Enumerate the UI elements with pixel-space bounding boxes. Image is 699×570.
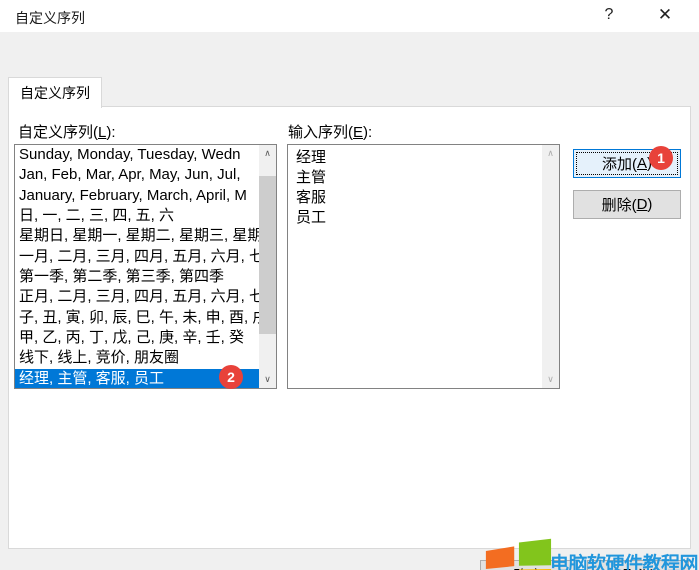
delete-button-accel: D (637, 196, 648, 213)
input-series-label-suffix: ): (363, 124, 372, 141)
list-item[interactable]: January, February, March, April, M (15, 186, 259, 206)
scroll-up-icon[interactable]: ∧ (259, 145, 276, 162)
list-item[interactable]: 第一季, 第二季, 第三季, 第四季 (15, 267, 259, 287)
input-series-scrollbar[interactable]: ∧ ∨ (542, 145, 559, 388)
custom-lists-listbox: Sunday, Monday, Tuesday, Wedn Jan, Feb, … (14, 144, 277, 389)
dialog-body: 自定义序列 自定义序列(L): 输入序列(E): Sunday, Monday,… (0, 32, 699, 570)
list-item[interactable]: Jan, Feb, Mar, Apr, May, Jun, Jul, (15, 165, 259, 185)
delete-button[interactable]: 删除(D) (573, 190, 681, 219)
input-series-label-accel: E (353, 124, 363, 141)
list-item[interactable]: 甲, 乙, 丙, 丁, 戊, 己, 庚, 辛, 壬, 癸 (15, 328, 259, 348)
delete-button-suffix: ) (647, 196, 652, 213)
custom-lists-label-suffix: ): (106, 124, 115, 141)
add-button-text: 添加( (602, 153, 637, 174)
list-item[interactable]: 线下, 线上, 竞价, 朋友圈 (15, 348, 259, 368)
cancel-button[interactable]: 取消 (587, 560, 689, 570)
list-item[interactable]: 日, 一, 二, 三, 四, 五, 六 (15, 206, 259, 226)
input-series-box: 经理 主管 客服 员工 ∧ ∨ (287, 144, 560, 389)
scrollbar-thumb[interactable] (259, 176, 276, 334)
input-series-label-text: 输入序列( (288, 124, 353, 141)
tab-custom-lists[interactable]: 自定义序列 (8, 77, 102, 108)
input-series-label: 输入序列(E): (288, 121, 372, 142)
step-badge-1: 1 (649, 146, 673, 170)
dialog-titlebar: 自定义序列 ? ✕ (0, 0, 699, 32)
step-badge-2: 2 (219, 365, 243, 389)
list-item[interactable]: 星期日, 星期一, 星期二, 星期三, 星期 (15, 226, 259, 246)
help-icon[interactable]: ? (594, 2, 624, 28)
scroll-down-icon[interactable]: ∨ (542, 371, 559, 388)
dialog-title: 自定义序列 (15, 8, 85, 28)
ok-button[interactable]: 确定 (480, 560, 577, 570)
custom-lists-dialog: 自定义序列 ? ✕ 自定义序列 自定义序列(L): 输入序列(E): Sunda… (0, 0, 699, 570)
close-icon[interactable]: ✕ (650, 2, 680, 28)
list-item[interactable]: 一月, 二月, 三月, 四月, 五月, 六月, 七 (15, 247, 259, 267)
listbox-scrollbar[interactable]: ∧ ∨ (259, 145, 276, 388)
input-series-textarea[interactable]: 经理 主管 客服 员工 (288, 145, 545, 387)
scroll-down-icon[interactable]: ∨ (259, 371, 276, 388)
add-button-accel: A (637, 155, 647, 172)
custom-lists-label-text: 自定义序列( (18, 124, 98, 141)
list-item[interactable]: 子, 丑, 寅, 卯, 辰, 巳, 午, 未, 申, 酉, 戌 (15, 308, 259, 328)
custom-lists-label: 自定义序列(L): (18, 121, 116, 142)
scroll-up-icon[interactable]: ∧ (542, 145, 559, 162)
delete-button-text: 删除( (602, 194, 637, 215)
list-item[interactable]: 正月, 二月, 三月, 四月, 五月, 六月, 七 (15, 287, 259, 307)
custom-lists-rows: Sunday, Monday, Tuesday, Wedn Jan, Feb, … (15, 145, 259, 388)
list-item[interactable]: Sunday, Monday, Tuesday, Wedn (15, 145, 259, 165)
